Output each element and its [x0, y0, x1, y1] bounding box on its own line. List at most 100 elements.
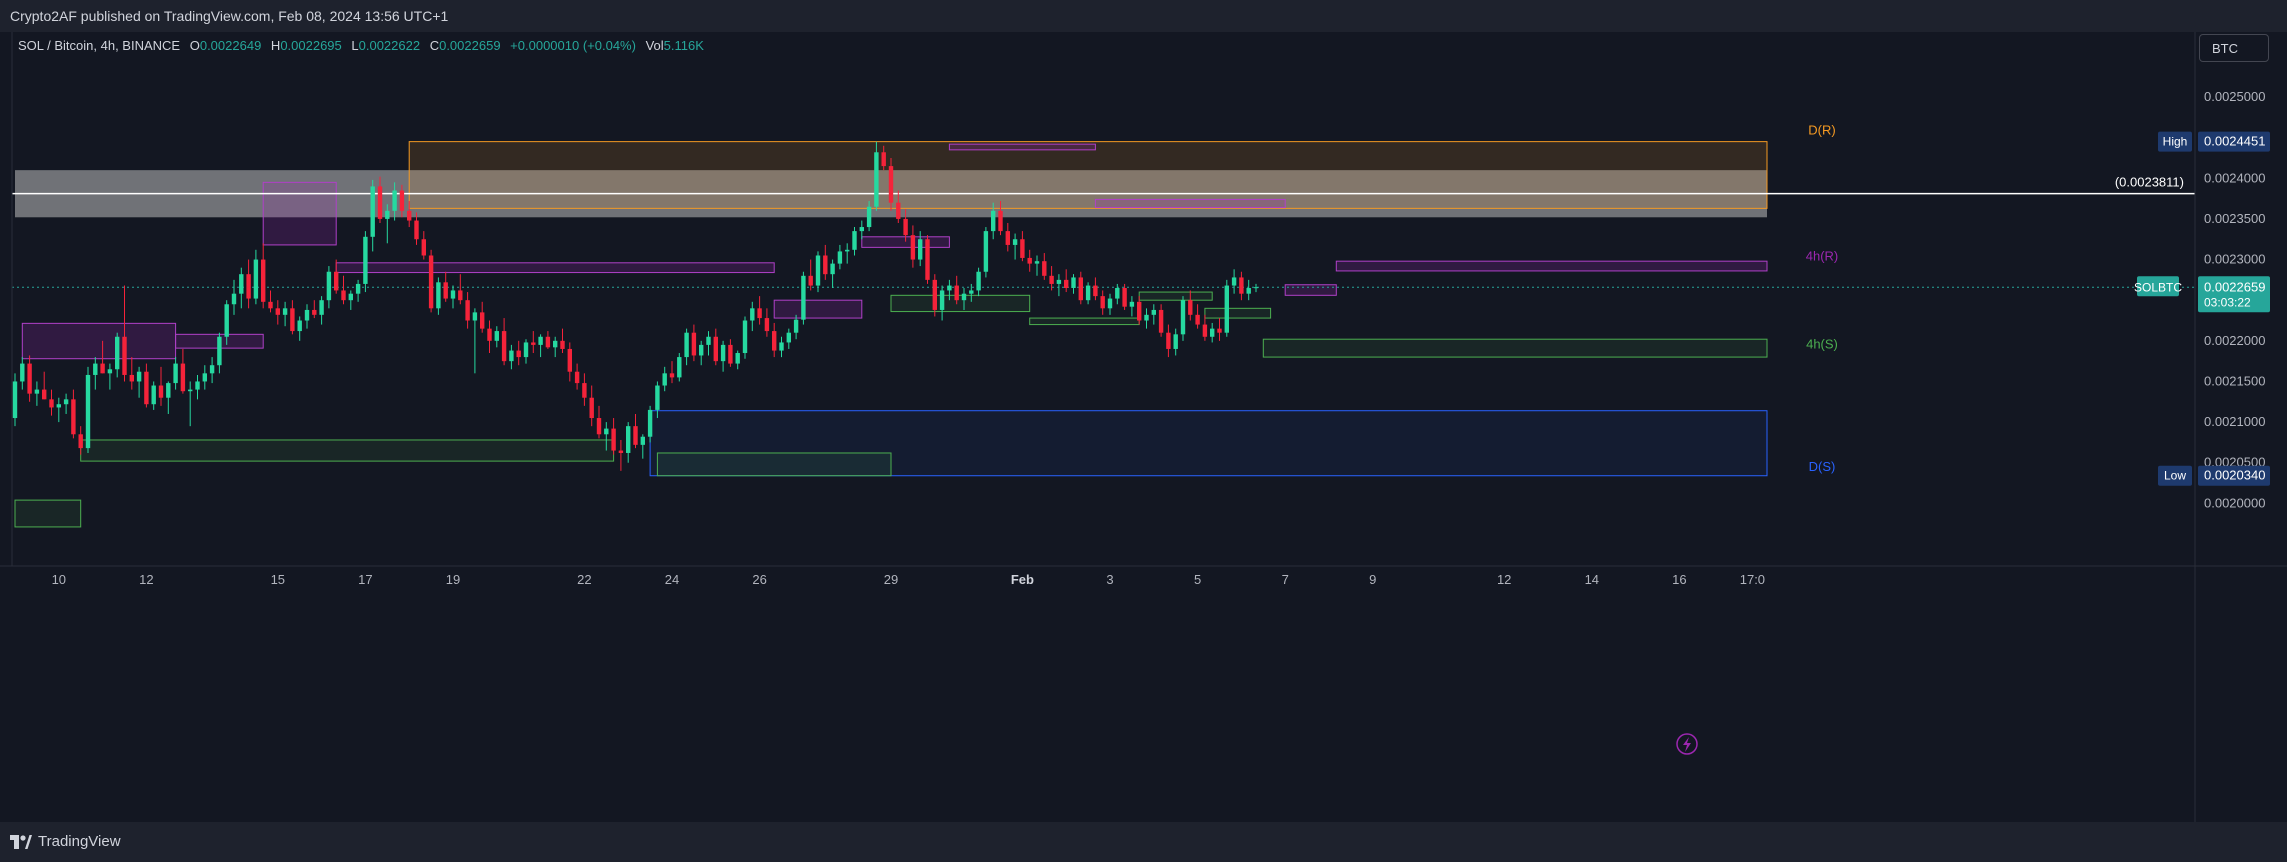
candle	[567, 342, 572, 382]
candle	[1224, 279, 1229, 337]
candle-body	[713, 336, 718, 362]
candle	[1085, 282, 1091, 305]
candle-body	[188, 389, 193, 392]
candle-body	[1100, 296, 1105, 309]
zone-label: 4h(R)	[1806, 249, 1839, 264]
purple-zone	[773, 299, 863, 319]
candle	[1056, 274, 1062, 297]
candle-body	[472, 312, 478, 321]
candle	[589, 385, 594, 427]
candle-body	[370, 186, 375, 237]
candle-body	[231, 293, 237, 305]
tradingview-logo[interactable]: TradingView	[10, 833, 121, 850]
purple-zone	[948, 143, 1096, 151]
candle	[750, 301, 755, 332]
candle-body	[757, 308, 762, 319]
green-zone	[1262, 338, 1768, 358]
symbol-title[interactable]: SOL / Bitcoin, 4h, BINANCE	[18, 38, 180, 53]
candle-body	[494, 331, 499, 341]
candle-body	[720, 344, 726, 362]
candle-body	[268, 301, 273, 309]
price-tag: Low 0.0020340	[2158, 465, 2270, 486]
candle	[925, 235, 930, 284]
candle	[480, 301, 485, 333]
candle	[129, 357, 134, 390]
candle	[728, 339, 733, 367]
candle	[1100, 290, 1105, 315]
purple-zone	[1335, 260, 1768, 272]
candle	[845, 243, 850, 264]
candle-body	[808, 275, 813, 286]
candle-body	[596, 418, 602, 435]
candle-body	[385, 210, 390, 219]
chart-area[interactable]: D(R) 4h(R) 4h(S) D(S) (0.0023811) 0.0025000 0…	[0, 32, 2287, 822]
candle-body	[136, 371, 142, 382]
candle	[261, 243, 266, 309]
candle	[801, 271, 806, 325]
currency-button[interactable]: BTC	[2199, 34, 2269, 62]
candle-body	[261, 259, 266, 302]
candle	[684, 328, 689, 366]
candle-body	[998, 210, 1003, 232]
candle-body	[969, 290, 974, 294]
candle	[71, 389, 76, 439]
candle	[27, 355, 32, 402]
candle	[779, 336, 784, 358]
green-zone	[890, 294, 1031, 313]
candle-body	[947, 285, 952, 291]
time-tick-label: 17	[358, 572, 372, 587]
candle	[1071, 274, 1076, 294]
candle	[618, 439, 624, 471]
time-tick-label: 15	[271, 572, 285, 587]
lightning-icon	[1676, 733, 1698, 755]
candle-body	[1210, 328, 1215, 337]
candle	[954, 275, 959, 305]
candle-body	[735, 353, 740, 364]
candle-body	[684, 332, 689, 358]
candle-body	[567, 348, 572, 372]
candle	[1093, 277, 1098, 301]
candle-body	[574, 371, 580, 384]
candle	[319, 296, 324, 325]
candle	[326, 266, 332, 309]
candle	[1107, 293, 1113, 315]
time-tick-label: 14	[1585, 572, 1599, 587]
candle-body	[1093, 285, 1098, 297]
candle	[1158, 304, 1164, 337]
candle-body	[677, 357, 682, 378]
candle-body	[1012, 239, 1018, 245]
candle-body	[209, 365, 215, 374]
time-tick-label: 24	[665, 572, 679, 587]
candle-body	[823, 255, 828, 275]
candle	[823, 244, 828, 280]
tag-name-text: Low	[2164, 469, 2186, 483]
candle-body	[728, 344, 733, 364]
candle-body	[589, 397, 594, 419]
purple-zone	[1094, 198, 1286, 209]
price-tag: SOLBTC 0.002265903:03:22	[2134, 276, 2270, 313]
candle	[1195, 304, 1200, 329]
candle-body	[465, 300, 470, 321]
time-axis: 10 12 15 17 19 22 24 26 29 Feb 3 5 7 9 12 14 16 17:0	[0, 565, 2287, 587]
candle-body	[669, 373, 675, 378]
candle-body	[903, 218, 908, 236]
candle	[1034, 255, 1040, 276]
candle-body	[888, 166, 894, 203]
candle	[1217, 318, 1222, 341]
candle-body	[961, 293, 967, 301]
change-value: +0.0000010 (+0.04%)	[510, 38, 636, 53]
green-zone	[14, 499, 82, 528]
candle-body	[531, 342, 536, 345]
candle-body	[699, 344, 704, 356]
candle	[166, 381, 171, 414]
candle	[253, 249, 259, 305]
candle-body	[874, 152, 879, 207]
tradingview-logo-icon	[10, 834, 32, 849]
candle	[1210, 322, 1215, 343]
price-tick-label: 0.0021500	[2204, 373, 2265, 388]
time-tick-label: 3	[1106, 572, 1113, 587]
candle-body	[538, 336, 543, 345]
candle-body	[830, 263, 835, 275]
candle-body	[881, 152, 886, 167]
candlestick-chart[interactable]: D(R) 4h(R) 4h(S) D(S) (0.0023811) 0.0025000 0…	[0, 32, 2287, 822]
